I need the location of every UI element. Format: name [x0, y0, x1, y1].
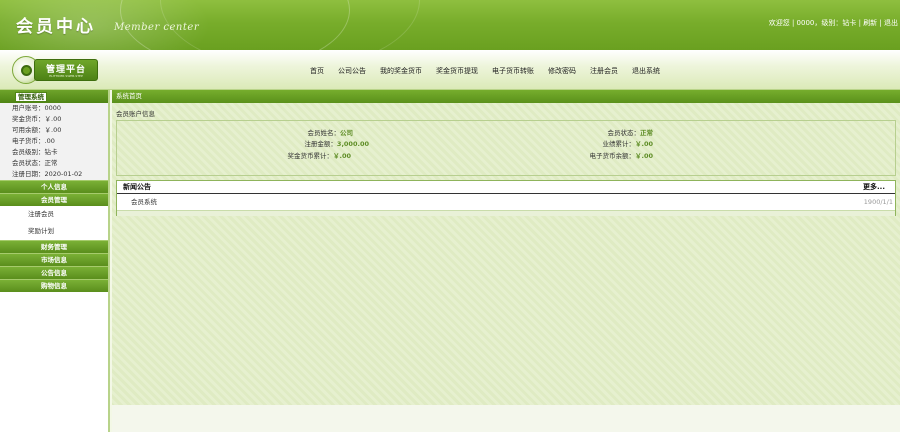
nav-my-bonus[interactable]: 我的奖金货币 [380, 66, 422, 76]
field-bonus-total: 奖金货币累计：￥.00 [287, 152, 351, 160]
nav-exit[interactable]: 退出系统 [632, 66, 660, 76]
welcome-text: 欢迎您 [768, 19, 790, 27]
menu-personal-info[interactable]: 个人信息 [0, 180, 108, 193]
menu-market-info[interactable]: 市场信息 [0, 253, 108, 266]
nav-register[interactable]: 注册会员 [590, 66, 618, 76]
account-summary: 用户账号：0000 奖金货币：￥.00 可用余额：￥.00 电子货币：.00 会… [0, 103, 108, 180]
refresh-link[interactable]: 刷新 [863, 19, 877, 27]
level-value: 钻卡 [842, 19, 857, 27]
field-name: 会员姓名：公司 [307, 129, 354, 137]
info-bonus: 奖金货币：￥.00 [12, 115, 62, 123]
user-links: 欢迎您 | 0000，级别：钻卡 | 刷新 | 退出 [768, 19, 898, 27]
site-subtitle: Member center [114, 22, 200, 33]
field-performance: 业绩累计：￥.00 [602, 140, 653, 148]
menu-announcement-info[interactable]: 公告信息 [0, 266, 108, 279]
news-more-link[interactable]: 更多... [863, 181, 885, 194]
main-bottom-area [112, 405, 900, 432]
nav-withdraw[interactable]: 奖金货币提现 [436, 66, 478, 76]
top-nav: 首页 公司公告 我的奖金货币 奖金货币提现 电子货币转账 修改密码 注册会员 退… [310, 66, 674, 76]
logo: 管理平台 ELITTIDER SWEB-STEP [12, 56, 98, 84]
main-content: 系统首页 会员账户信息 会员姓名：公司 注册金额：3,000.00 奖金货币累计… [112, 90, 900, 432]
navbar: 管理平台 ELITTIDER SWEB-STEP 首页 公司公告 我的奖金货币 … [0, 50, 900, 90]
section-title: 会员账户信息 [116, 110, 155, 118]
field-status: 会员状态：正常 [607, 129, 654, 137]
nav-transfer[interactable]: 电子货币转账 [492, 66, 534, 76]
nav-announcements[interactable]: 公司公告 [338, 66, 366, 76]
news-header: 新闻公告 更多... [117, 181, 895, 194]
logo-box: 管理平台 ELITTIDER SWEB-STEP [34, 59, 98, 81]
menu-finance[interactable]: 财务管理 [0, 240, 108, 253]
info-level: 会员级别：钻卡 [12, 148, 58, 156]
news-item-title[interactable]: 会员系统 [131, 196, 157, 209]
info-status: 会员状态：正常 [12, 159, 58, 167]
submenu-register-member[interactable]: 注册会员 [0, 206, 108, 223]
header: 会员中心 Member center 欢迎您 | 0000，级别：钻卡 | 刷新… [0, 0, 900, 50]
menu-shopping-info[interactable]: 购物信息 [0, 279, 108, 292]
site-title: 会员中心 [16, 17, 96, 37]
info-ecurrency: 电子货币：.00 [12, 137, 55, 145]
info-available: 可用余额：￥.00 [12, 126, 62, 134]
info-register-date: 注册日期：2020-01-02 [12, 170, 83, 178]
sidebar-header: 管理系统 [0, 90, 108, 103]
account-info-panel: 会员姓名：公司 注册金额：3,000.00 奖金货币累计：￥.00 会员状态：正… [116, 120, 896, 176]
user-id: 0000 [796, 19, 815, 27]
sidebar: 管理系统 用户账号：0000 奖金货币：￥.00 可用余额：￥.00 电子货币：… [0, 90, 110, 432]
logo-subtext: ELITTIDER SWEB-STEP [49, 74, 83, 78]
news-item-date: 1900/1/1 [863, 198, 893, 206]
menu-member-management[interactable]: 会员管理 [0, 193, 108, 206]
breadcrumb: 系统首页 [112, 90, 900, 103]
info-account: 用户账号：0000 [12, 104, 62, 112]
sidebar-title: 管理系统 [15, 92, 47, 102]
submenu-reward-plan[interactable]: 奖励计划 [0, 223, 108, 240]
field-register-amount: 注册金额：3,000.00 [304, 140, 369, 148]
nav-home[interactable]: 首页 [310, 66, 324, 76]
nav-change-password[interactable]: 修改密码 [548, 66, 576, 76]
news-title: 新闻公告 [123, 183, 151, 191]
list-item[interactable]: 会员系统 1900/1/1 [117, 196, 895, 209]
news-footer [117, 210, 895, 216]
news-panel: 新闻公告 更多... 会员系统 1900/1/1 [116, 180, 896, 216]
level-label: 级别： [821, 19, 843, 27]
logout-link[interactable]: 退出 [884, 19, 898, 27]
field-ecurrency-balance: 电子货币余额：￥.00 [589, 152, 653, 160]
